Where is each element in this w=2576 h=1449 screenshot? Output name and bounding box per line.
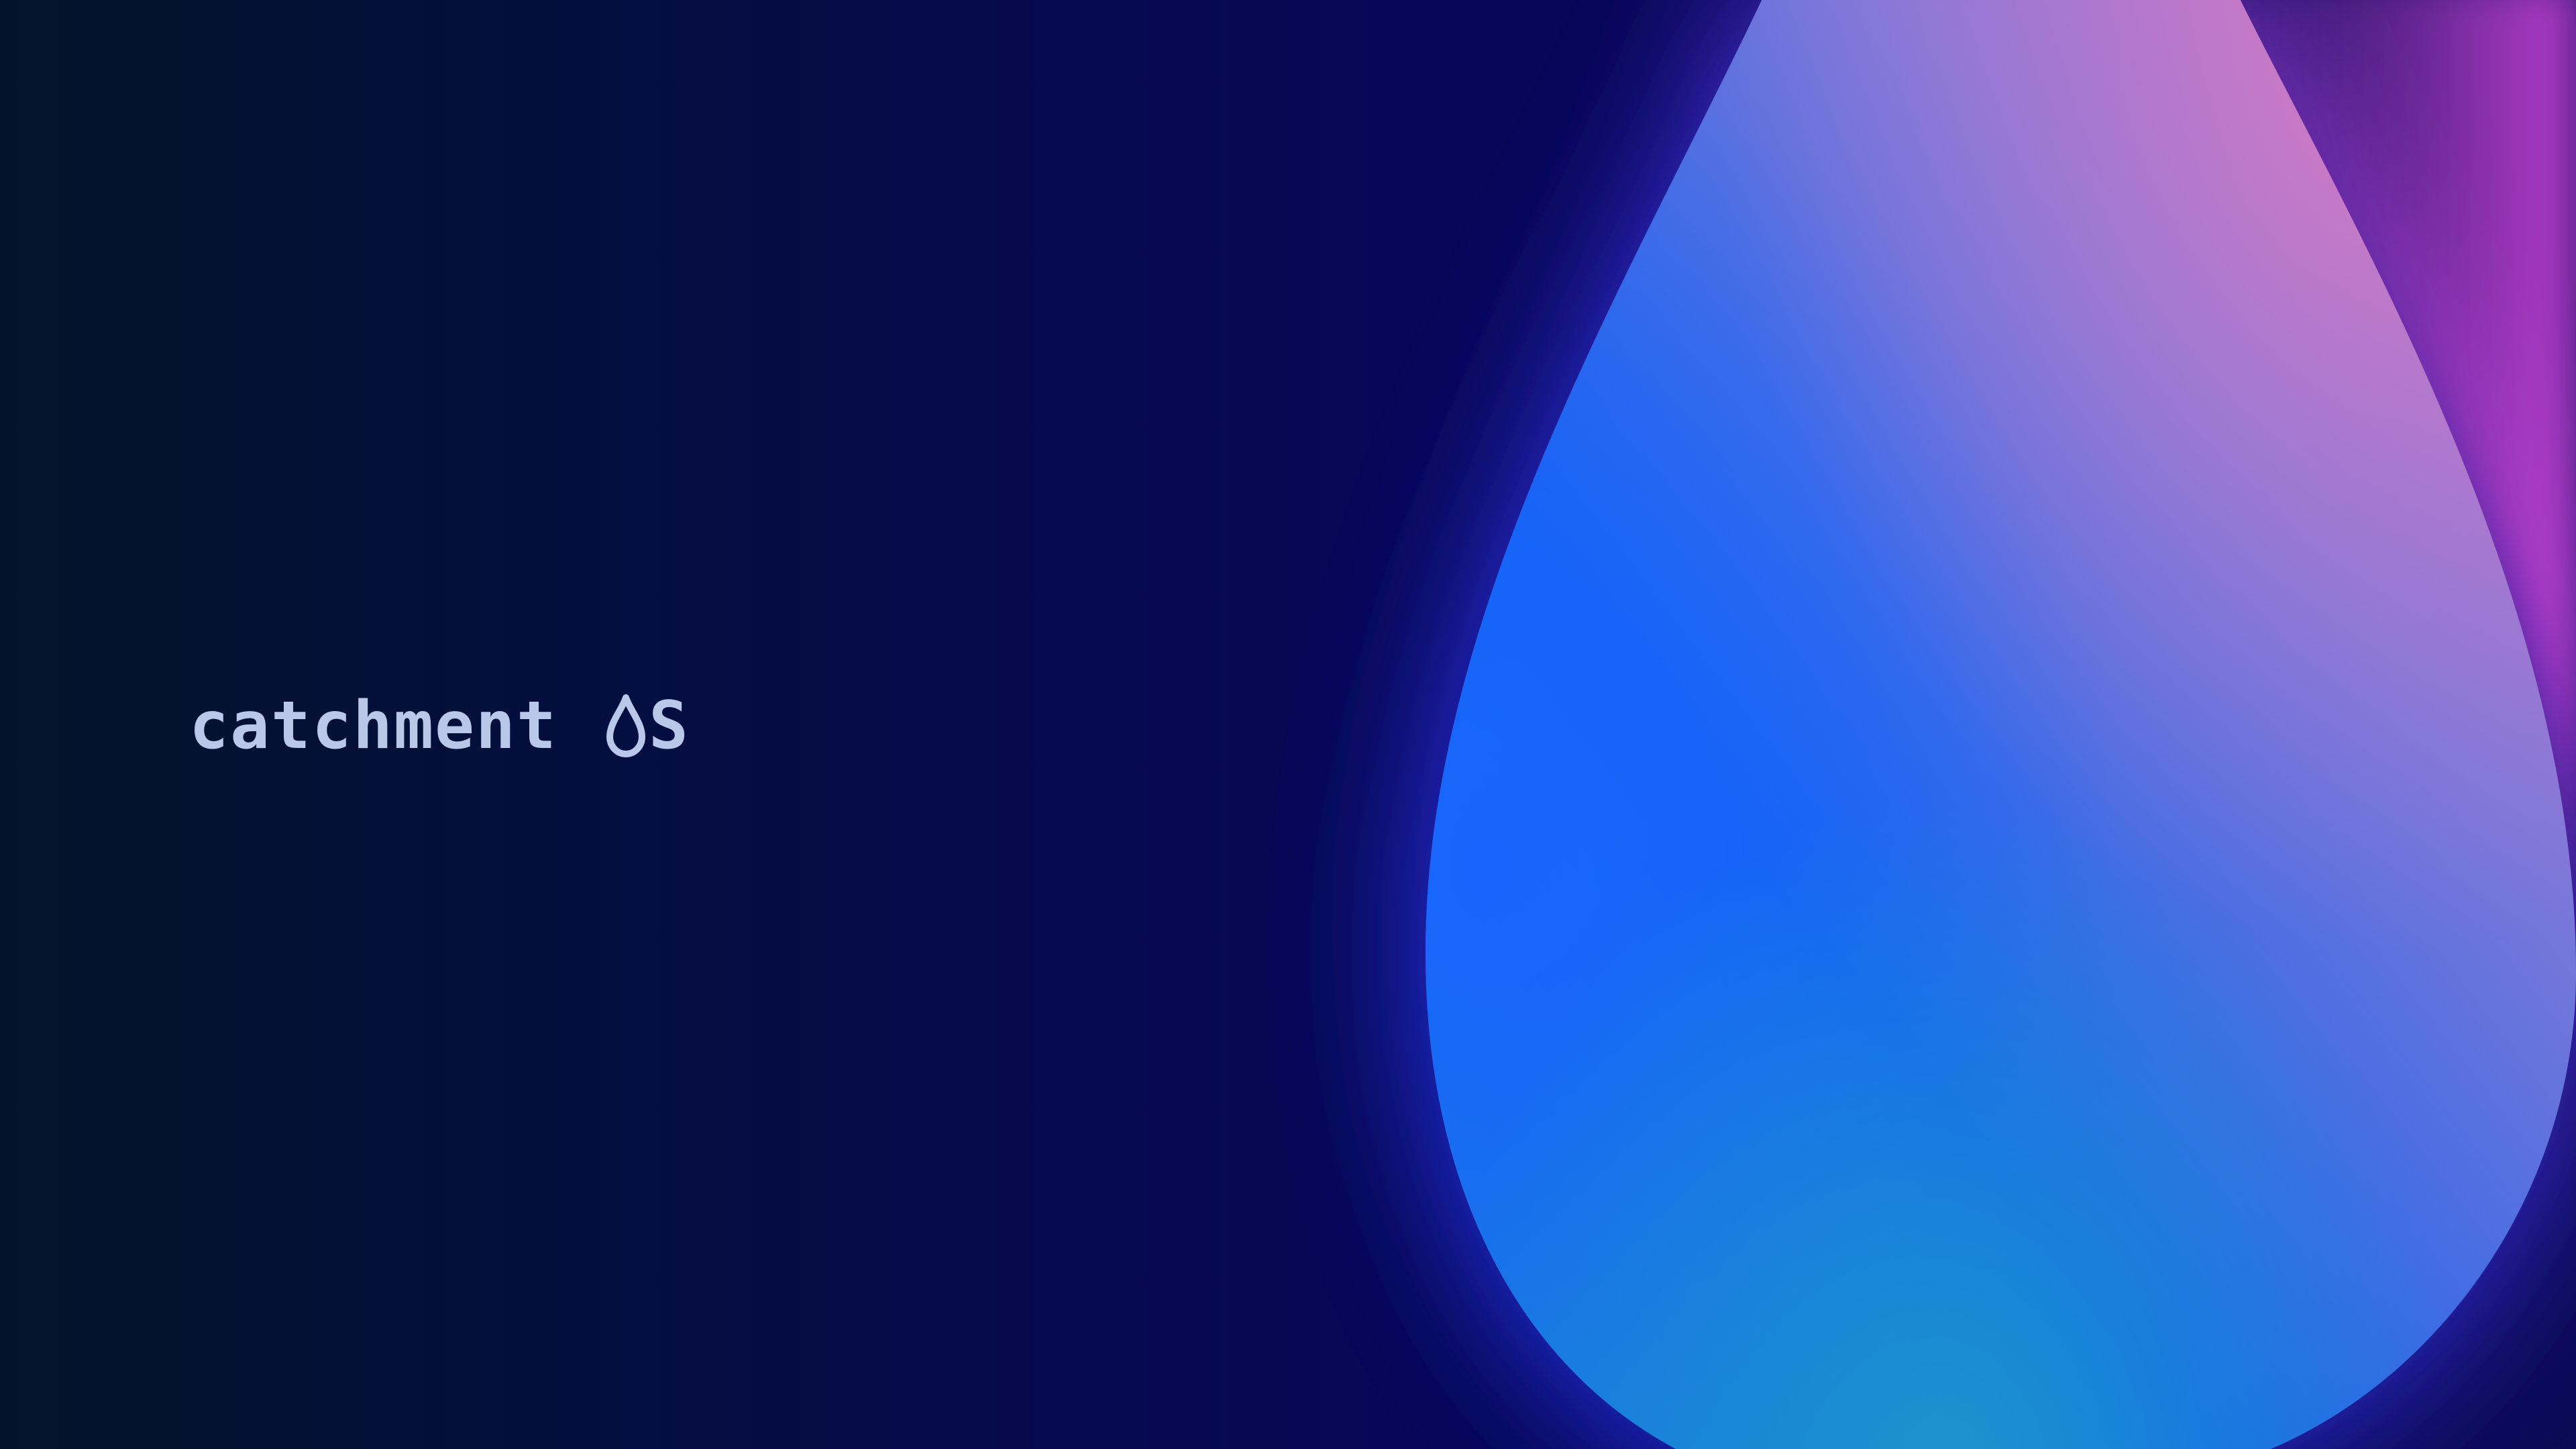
desktop-wallpaper: catchment S (0, 0, 2576, 1449)
water-drop-icon (606, 694, 646, 758)
catchment-os-logo: catchment S (189, 686, 690, 766)
logo-suffix: S (649, 688, 690, 764)
logo-wordmark: catchment (189, 688, 558, 764)
